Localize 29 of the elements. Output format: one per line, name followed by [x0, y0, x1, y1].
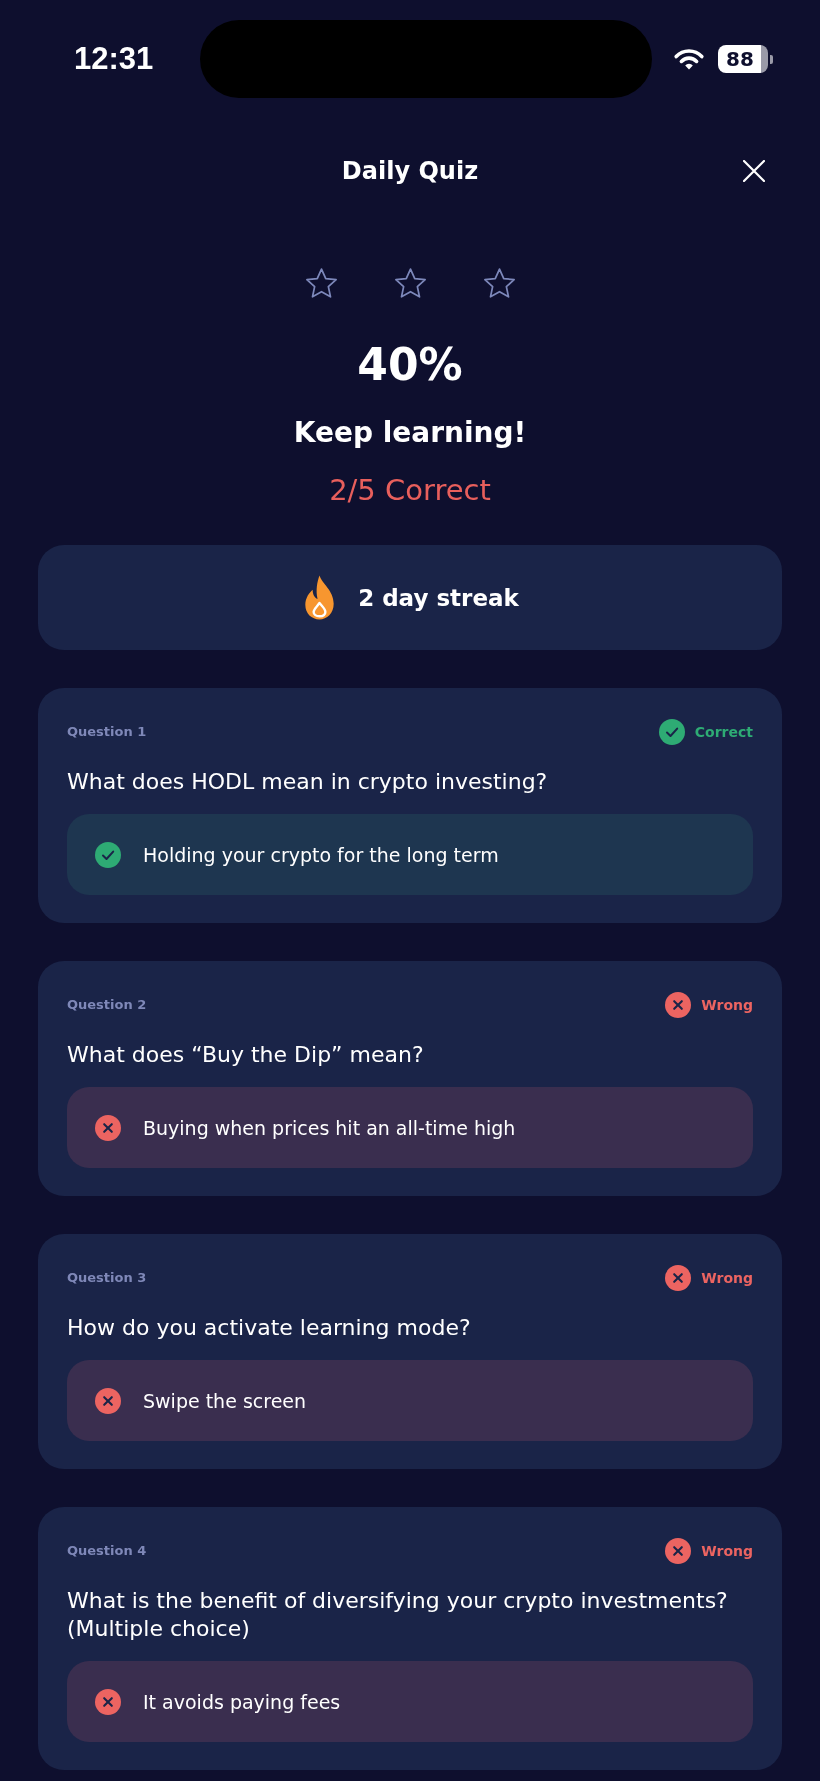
- result-status: Wrong: [701, 996, 753, 1014]
- answer-text: It avoids paying fees: [143, 1689, 341, 1714]
- answer-text: Swipe the screen: [143, 1388, 307, 1413]
- close-icon: [743, 160, 765, 182]
- question-number: Question 4: [67, 1542, 147, 1560]
- screen-title: Daily Quiz: [341, 156, 479, 186]
- star-icon: [482, 268, 516, 298]
- battery-indicator: 88: [718, 45, 773, 73]
- score-percent: 40%: [357, 339, 463, 391]
- clock-time: 12:31: [74, 41, 154, 77]
- question-number: Question 1: [67, 723, 147, 741]
- question-number: Question 2: [67, 996, 147, 1014]
- question-text: What is the benefit of diversifying your crypto investments? (Multiple choice): [67, 1587, 729, 1643]
- question-text: What does HODL mean in crypto investing?: [67, 768, 548, 796]
- streak-label: 2 day streak: [358, 583, 519, 613]
- answer-text: Buying when prices hit an all-time high: [143, 1115, 516, 1140]
- correct-count: 2/5 Correct: [329, 472, 491, 508]
- question-text: What does “Buy the Dip” mean?: [67, 1041, 424, 1069]
- question-number: Question 3: [67, 1269, 147, 1287]
- star-icon: [393, 268, 427, 298]
- result-message: Keep learning!: [293, 415, 527, 451]
- wifi-icon: [672, 47, 706, 71]
- question-text: How do you activate learning mode?: [67, 1314, 471, 1342]
- result-status: Wrong: [701, 1269, 753, 1287]
- answer-text: Holding your crypto for the long term: [143, 842, 499, 867]
- result-status: Correct: [694, 723, 753, 741]
- close-button[interactable]: [740, 157, 768, 185]
- star-icon: [304, 268, 338, 298]
- result-status: Wrong: [701, 1542, 753, 1560]
